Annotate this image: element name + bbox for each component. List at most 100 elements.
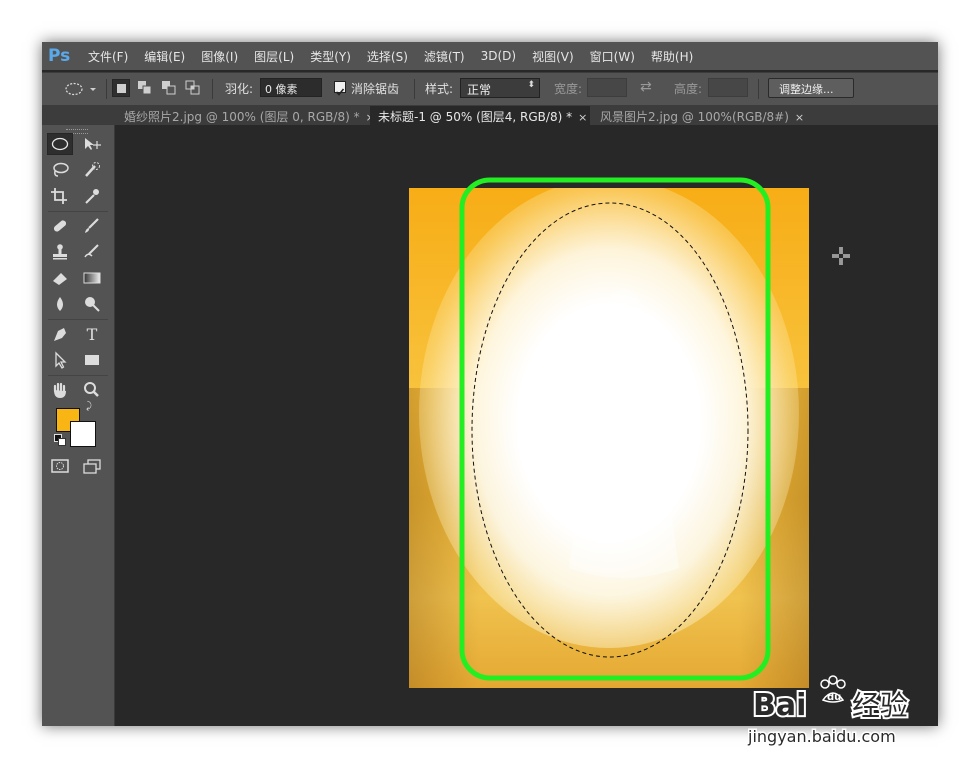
menu-select[interactable]: 选择(S) (367, 48, 408, 65)
document-canvas[interactable] (409, 188, 809, 688)
type-tool[interactable]: T (79, 323, 105, 345)
screen-mode-button[interactable] (79, 455, 105, 477)
stamp-icon (53, 244, 67, 260)
eyedropper-tool[interactable] (79, 185, 105, 207)
menu-layer[interactable]: 图层(L) (254, 48, 294, 65)
path-selection-tool[interactable] (47, 349, 73, 371)
style-label: 样式: (425, 82, 454, 96)
subtract-selection-button[interactable] (160, 79, 178, 97)
tool-preset-picker[interactable] (62, 80, 102, 98)
tab-untitled[interactable]: 未标题-1 @ 50% (图层4, RGB/8) * × (370, 106, 590, 125)
menu-window[interactable]: 窗口(W) (590, 48, 635, 65)
antialias-checkbox[interactable] (334, 81, 346, 96)
move-icon (85, 138, 101, 150)
divider (212, 79, 213, 99)
blur-tool[interactable] (47, 293, 73, 315)
new-selection-icon (117, 84, 126, 93)
tab-label: 未标题-1 @ 50% (图层4, RGB/8) * (378, 110, 573, 124)
tab-landscape-photo[interactable]: 风景图片2.jpg @ 100%(RGB/8#) × (592, 106, 804, 125)
elliptical-marquee-tool[interactable] (47, 133, 73, 155)
brush-icon (85, 218, 99, 233)
options-bar: 羽化: 0 像素 消除锯齿 样式: 正常 ⬍ 宽度: ⇄ 高度: 调整边缘... (42, 72, 938, 106)
crop-tool[interactable] (47, 185, 73, 207)
divider (758, 79, 759, 99)
menu-help[interactable]: 帮助(H) (651, 48, 693, 65)
menu-view[interactable]: 视图(V) (532, 48, 574, 65)
rectangle-icon (85, 355, 99, 365)
drop-icon (57, 297, 63, 311)
divider (48, 375, 108, 376)
zoom-icon (84, 382, 99, 397)
subtract-selection-icon (162, 81, 176, 95)
quick-selection-tool[interactable] (79, 159, 105, 181)
updown-arrow-icon: ⬍ (527, 80, 535, 90)
style-value: 正常 (467, 83, 492, 97)
menu-type[interactable]: 类型(Y) (310, 48, 351, 65)
zoom-tool[interactable] (79, 379, 105, 401)
close-icon[interactable]: × (795, 111, 804, 124)
history-brush-tool[interactable] (79, 241, 105, 263)
eraser-icon (53, 273, 67, 285)
style-select[interactable]: 正常 ⬍ (460, 78, 540, 98)
eraser-tool[interactable] (47, 267, 73, 289)
document-tabs: 婚纱照片2.jpg @ 100% (图层 0, RGB/8) *× 未标题-1 … (42, 105, 938, 125)
gradient-icon (83, 272, 101, 284)
divider (48, 319, 108, 320)
feather-input[interactable]: 0 像素 (260, 78, 322, 97)
swap-dimensions-icon[interactable]: ⇄ (640, 79, 652, 95)
watermark-url: jingyan.baidu.com (747, 727, 896, 746)
bandage-icon (53, 220, 67, 232)
intersect-selection-button[interactable] (184, 79, 202, 97)
eyedropper-icon (85, 189, 99, 204)
menu-file[interactable]: 文件(F) (88, 48, 128, 65)
add-selection-icon (138, 81, 152, 95)
quick-mask-icon (51, 459, 69, 473)
background-color-swatch[interactable] (70, 421, 96, 447)
width-input[interactable] (587, 78, 627, 97)
tab-label: 婚纱照片2.jpg @ 100% (图层 0, RGB/8) * (124, 110, 360, 124)
intersect-selection-icon (185, 80, 200, 95)
pen-icon (54, 328, 66, 341)
menu-bar: Ps 文件(F) 编辑(E) 图像(I) 图层(L) 类型(Y) 选择(S) 滤… (42, 42, 938, 70)
refine-edge-button[interactable]: 调整边缘... (768, 78, 854, 98)
divider (414, 79, 415, 99)
hand-icon (53, 382, 66, 398)
menu-filter[interactable]: 滤镜(T) (424, 48, 465, 65)
new-selection-button[interactable] (112, 79, 130, 97)
crop-icon (51, 188, 67, 204)
height-input[interactable] (708, 78, 748, 97)
hand-tool[interactable] (47, 379, 73, 401)
height-label: 高度: (674, 82, 703, 96)
lasso-tool[interactable] (47, 159, 73, 181)
watermark-url-ink: jingyan.baidu.com (747, 727, 896, 746)
width-label: 宽度: (554, 82, 583, 96)
tab-label: 风景图片2.jpg @ 100%(RGB/8#) (600, 110, 789, 124)
feathered-glow (419, 188, 799, 648)
menu-3d[interactable]: 3D(D) (481, 49, 516, 63)
clone-stamp-tool[interactable] (47, 241, 73, 263)
gradient-tool[interactable] (79, 267, 105, 289)
menu-edit[interactable]: 编辑(E) (144, 48, 185, 65)
tab-wedding-photo[interactable]: 婚纱照片2.jpg @ 100% (图层 0, RGB/8) *× (116, 106, 375, 125)
rectangle-tool[interactable] (79, 349, 105, 371)
antialias-label: 消除锯齿 (351, 82, 400, 96)
menu-image[interactable]: 图像(I) (201, 48, 238, 65)
lasso-icon (53, 162, 69, 177)
arrow-pointer-icon (55, 351, 67, 369)
swap-colors-icon[interactable]: ⤸ (86, 401, 92, 412)
brush-tool[interactable] (79, 215, 105, 237)
move-tool[interactable] (79, 133, 105, 155)
dodge-tool[interactable] (79, 293, 105, 315)
screen-mode-icon (83, 459, 101, 474)
add-to-selection-button[interactable] (136, 79, 154, 97)
feather-label: 羽化: (225, 82, 254, 96)
dodge-icon (85, 297, 100, 312)
quick-mask-button[interactable] (47, 455, 73, 477)
ellipse-marquee-icon (51, 137, 69, 151)
divider (106, 79, 107, 99)
default-colors-icon[interactable] (54, 434, 66, 446)
pen-tool[interactable] (47, 323, 73, 345)
spot-healing-tool[interactable] (47, 215, 73, 237)
close-icon[interactable]: × (578, 111, 587, 124)
history-brush-icon (84, 244, 99, 258)
